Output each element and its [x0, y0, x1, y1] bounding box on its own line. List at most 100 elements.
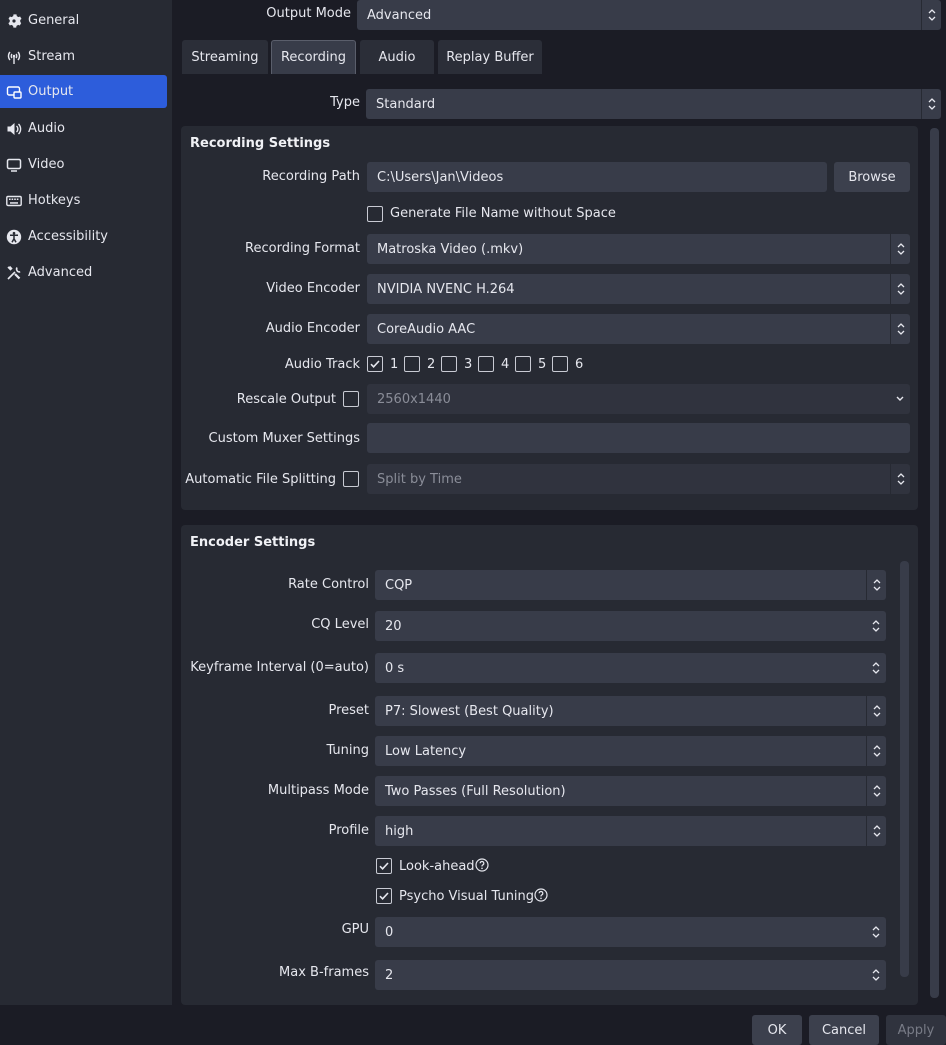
keyframe-interval-label: Keyframe Interval (0=auto): [190, 660, 369, 675]
audio-track-2-checkbox[interactable]: [404, 356, 420, 372]
tab-label: Replay Buffer: [446, 49, 534, 65]
sidebar-item-hotkeys[interactable]: Hotkeys: [0, 184, 167, 217]
sidebar-item-label: Advanced: [28, 265, 93, 280]
tab-audio[interactable]: Audio: [360, 40, 434, 74]
chevron-down-icon: [890, 384, 910, 414]
gear-icon: [8, 13, 22, 28]
rescale-output-select[interactable]: 2560x1440: [367, 384, 910, 414]
output-mode-select[interactable]: Advanced: [357, 0, 941, 30]
audio-encoder-label: Audio Encoder: [265, 321, 360, 336]
tab-replay-buffer[interactable]: Replay Buffer: [438, 40, 542, 74]
spinner-arrows-icon[interactable]: [866, 960, 886, 990]
recording-format-select[interactable]: Matroska Video (.mkv): [367, 234, 910, 264]
recording-format-value: Matroska Video (.mkv): [377, 241, 524, 257]
spinner-arrows-icon[interactable]: [866, 653, 886, 683]
gpu-label: GPU: [341, 922, 369, 937]
tuning-value: Low Latency: [385, 743, 467, 759]
sidebar-item-label: Hotkeys: [28, 193, 81, 208]
wrench-icon: [7, 265, 21, 280]
max-bframes-value: 2: [385, 967, 394, 983]
custom-muxer-input[interactable]: [367, 423, 910, 453]
recording-format-label: Recording Format: [245, 241, 360, 256]
audio-track-6-checkbox[interactable]: [552, 356, 568, 372]
audio-track-5-checkbox[interactable]: [515, 356, 531, 372]
lookahead-checkbox[interactable]: [376, 858, 392, 874]
audio-track-label-1: 1: [390, 357, 399, 372]
accessibility-icon: [6, 229, 22, 244]
type-label: Type: [330, 95, 360, 110]
rescale-output-checkbox[interactable]: [343, 391, 359, 407]
updown-arrows-icon: [866, 570, 886, 600]
gpu-value: 0: [385, 924, 394, 940]
sidebar-item-accessibility[interactable]: Accessibility: [0, 220, 167, 253]
recording-settings-title: Recording Settings: [190, 136, 331, 151]
audio-encoder-select[interactable]: CoreAudio AAC: [367, 314, 910, 344]
profile-select[interactable]: high: [375, 816, 886, 846]
type-select[interactable]: Standard: [366, 89, 941, 119]
audio-track-label: Audio Track: [284, 357, 360, 372]
encoder-settings-title: Encoder Settings: [190, 535, 316, 550]
tab-streaming[interactable]: Streaming: [182, 40, 268, 74]
rate-control-label: Rate Control: [288, 577, 369, 592]
preset-select[interactable]: P7: Slowest (Best Quality): [375, 696, 886, 726]
cq-level-label: CQ Level: [311, 617, 369, 632]
tuning-select[interactable]: Low Latency: [375, 736, 886, 766]
help-icon[interactable]: [474, 858, 489, 872]
file-splitting-checkbox[interactable]: [343, 471, 359, 487]
tab-recording[interactable]: Recording: [271, 40, 356, 74]
dialog-footer: OK Cancel Apply: [0, 1005, 946, 1045]
encoder-scrollbar[interactable]: [900, 561, 909, 977]
updown-arrows-icon: [866, 696, 886, 726]
file-splitting-select[interactable]: Split by Time: [367, 464, 910, 494]
help-icon[interactable]: [534, 888, 548, 902]
sidebar-item-stream[interactable]: Stream: [0, 40, 167, 73]
cq-level-spinbox[interactable]: 20: [375, 611, 886, 641]
spinner-arrows-icon[interactable]: [866, 917, 886, 947]
antenna-icon: [7, 51, 21, 64]
audio-track-label-2: 2: [427, 357, 436, 372]
rescale-output-value: 2560x1440: [377, 391, 451, 407]
sidebar-item-label: Accessibility: [28, 229, 108, 244]
updown-arrows-icon: [866, 816, 886, 846]
browse-button[interactable]: Browse: [834, 162, 910, 192]
sidebar-item-label: Stream: [28, 49, 76, 64]
recording-path-value: C:\Users\Jan\Videos: [377, 169, 504, 185]
sidebar-item-audio[interactable]: Audio: [0, 112, 167, 145]
sidebar-item-label: Audio: [28, 121, 65, 136]
recording-path-label: Recording Path: [262, 169, 360, 184]
gpu-spinbox[interactable]: 0: [375, 917, 886, 947]
audio-track-label-6: 6: [575, 357, 584, 372]
generate-filename-checkbox[interactable]: [367, 206, 383, 222]
rate-control-select[interactable]: CQP: [375, 570, 886, 600]
sidebar-item-general[interactable]: General: [0, 4, 167, 37]
max-bframes-spinbox[interactable]: 2: [375, 960, 886, 990]
audio-track-4-checkbox[interactable]: [478, 356, 494, 372]
sidebar-item-video[interactable]: Video: [0, 148, 167, 181]
sidebar-item-label: General: [28, 13, 80, 28]
keyframe-interval-spinbox[interactable]: 0 s: [375, 653, 886, 683]
recording-settings-group: Recording Settings Recording Path C:\Use…: [181, 126, 918, 510]
ok-button[interactable]: OK: [752, 1015, 802, 1045]
preset-label: Preset: [328, 703, 369, 718]
sidebar-item-advanced[interactable]: Advanced: [0, 256, 167, 289]
video-encoder-select[interactable]: NVIDIA NVENC H.264: [367, 274, 910, 304]
audio-track-3-checkbox[interactable]: [441, 356, 457, 372]
sidebar-item-output[interactable]: Output: [0, 75, 167, 108]
spinner-arrows-icon[interactable]: [866, 611, 886, 641]
updown-arrows-icon: [890, 314, 910, 344]
cancel-button[interactable]: Cancel: [809, 1015, 879, 1045]
rate-control-value: CQP: [385, 577, 413, 593]
profile-label: Profile: [328, 823, 369, 838]
psycho-visual-checkbox[interactable]: [376, 888, 392, 904]
tab-label: Streaming: [191, 49, 259, 65]
psycho-visual-label: Psycho Visual Tuning: [399, 888, 548, 904]
audio-track-1-checkbox[interactable]: [367, 356, 383, 372]
apply-button[interactable]: Apply: [886, 1015, 946, 1045]
tab-label: Audio: [378, 49, 416, 65]
custom-muxer-label: Custom Muxer Settings: [208, 431, 360, 446]
recording-path-input[interactable]: C:\Users\Jan\Videos: [367, 162, 827, 192]
multipass-mode-select[interactable]: Two Passes (Full Resolution): [375, 776, 886, 806]
updown-arrows-icon: [890, 234, 910, 264]
video-encoder-label: Video Encoder: [266, 281, 360, 296]
main-scrollbar[interactable]: [930, 128, 939, 998]
